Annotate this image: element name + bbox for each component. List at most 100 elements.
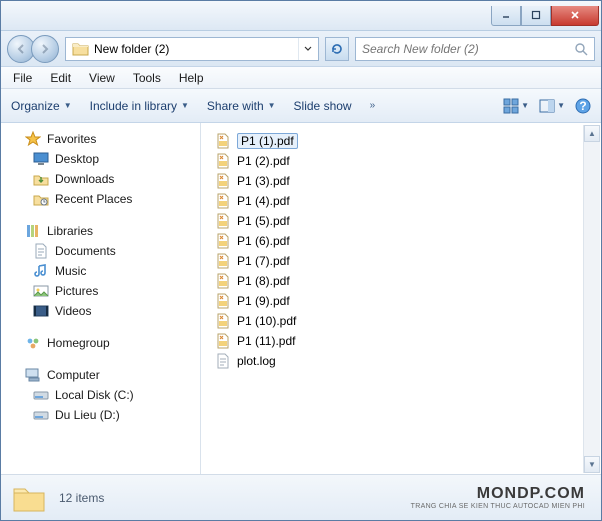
- documents-icon: [33, 243, 49, 259]
- watermark: MONDP.COM TRANG CHIA SE KIEN THUC AUTOCA…: [411, 485, 585, 510]
- chevron-down-icon: ▼: [268, 101, 276, 110]
- address-bar[interactable]: New folder (2): [65, 37, 319, 61]
- address-text: New folder (2): [94, 42, 298, 56]
- file-item[interactable]: P1 (4).pdf: [213, 191, 589, 211]
- file-item[interactable]: P1 (1).pdf: [213, 131, 589, 151]
- refresh-button[interactable]: [325, 37, 349, 61]
- disk-icon: [33, 387, 49, 403]
- search-icon: [574, 42, 588, 56]
- minimize-button[interactable]: [491, 6, 521, 26]
- search-box[interactable]: [355, 37, 595, 61]
- vertical-scrollbar[interactable]: ▲ ▼: [583, 125, 600, 473]
- computer-icon: [25, 367, 41, 383]
- chevron-down-icon: ▼: [64, 101, 72, 110]
- file-name: P1 (2).pdf: [237, 154, 290, 168]
- pictures-icon: [33, 283, 49, 299]
- sidebar-item-desktop[interactable]: Desktop: [5, 149, 200, 169]
- share-with-button[interactable]: Share with▼: [207, 99, 276, 113]
- toolbar: Organize▼ Include in library▼ Share with…: [1, 89, 601, 123]
- star-icon: [25, 131, 41, 147]
- scroll-down-button[interactable]: ▼: [584, 456, 600, 473]
- desktop-icon: [33, 151, 49, 167]
- sidebar-item-recent[interactable]: Recent Places: [5, 189, 200, 209]
- menu-tools[interactable]: Tools: [125, 69, 169, 87]
- sidebar-item-downloads[interactable]: Downloads: [5, 169, 200, 189]
- file-name: P1 (7).pdf: [237, 254, 290, 268]
- sidebar-item-disk-d[interactable]: Du Lieu (D:): [5, 405, 200, 425]
- menu-edit[interactable]: Edit: [42, 69, 79, 87]
- recent-icon: [33, 191, 49, 207]
- include-in-library-button[interactable]: Include in library▼: [90, 99, 189, 113]
- address-row: New folder (2): [1, 31, 601, 67]
- address-dropdown[interactable]: [298, 38, 316, 60]
- scroll-track[interactable]: [584, 142, 600, 456]
- file-name: P1 (11).pdf: [237, 334, 295, 348]
- view-options-button[interactable]: ▼: [503, 98, 529, 114]
- file-item[interactable]: P1 (8).pdf: [213, 271, 589, 291]
- toolbar-view-icons: ▼ ▼ ?: [503, 98, 591, 114]
- file-item[interactable]: P1 (5).pdf: [213, 211, 589, 231]
- sidebar-item-videos[interactable]: Videos: [5, 301, 200, 321]
- folder-icon: [11, 480, 47, 516]
- file-name: P1 (8).pdf: [237, 274, 290, 288]
- file-list[interactable]: P1 (1).pdf P1 (2).pdf P1 (3).pdf P1 (4).pdf…: [201, 123, 601, 474]
- homegroup-icon: [25, 335, 41, 351]
- explorer-body: Favorites Desktop Downloads Recent Place…: [1, 123, 601, 474]
- file-name: P1 (9).pdf: [237, 294, 290, 308]
- close-button[interactable]: [551, 6, 599, 26]
- file-name: P1 (5).pdf: [237, 214, 290, 228]
- chevron-down-icon: ▼: [181, 101, 189, 110]
- arrow-right-icon: [39, 43, 51, 55]
- file-name: P1 (10).pdf: [237, 314, 296, 328]
- menu-view[interactable]: View: [81, 69, 123, 87]
- slide-show-button[interactable]: Slide show: [294, 99, 352, 113]
- file-name: P1 (3).pdf: [237, 174, 290, 188]
- file-item[interactable]: plot.log: [213, 351, 589, 371]
- menu-bar: File Edit View Tools Help: [1, 67, 601, 89]
- file-name: P1 (4).pdf: [237, 194, 290, 208]
- file-item[interactable]: P1 (3).pdf: [213, 171, 589, 191]
- file-item[interactable]: P1 (6).pdf: [213, 231, 589, 251]
- music-icon: [33, 263, 49, 279]
- svg-text:?: ?: [579, 99, 586, 113]
- chevron-down-icon: [304, 45, 312, 53]
- chevron-down-icon: ▼: [521, 101, 529, 110]
- sidebar-item-music[interactable]: Music: [5, 261, 200, 281]
- file-item[interactable]: P1 (10).pdf: [213, 311, 589, 331]
- file-item[interactable]: P1 (11).pdf: [213, 331, 589, 351]
- arrow-left-icon: [15, 43, 27, 55]
- file-item[interactable]: P1 (9).pdf: [213, 291, 589, 311]
- sidebar-item-pictures[interactable]: Pictures: [5, 281, 200, 301]
- sidebar-homegroup[interactable]: Homegroup: [5, 333, 200, 353]
- sidebar-favorites[interactable]: Favorites: [5, 129, 200, 149]
- sidebar-libraries[interactable]: Libraries: [5, 221, 200, 241]
- nav-buttons: [7, 35, 59, 63]
- preview-pane-icon: [539, 98, 555, 114]
- sidebar-item-documents[interactable]: Documents: [5, 241, 200, 261]
- menu-help[interactable]: Help: [171, 69, 212, 87]
- overflow-icon[interactable]: »: [370, 100, 376, 111]
- menu-file[interactable]: File: [5, 69, 40, 87]
- thumbnails-icon: [503, 98, 519, 114]
- explorer-window: New folder (2) File Edit View Tools Help: [0, 0, 602, 521]
- refresh-icon: [330, 42, 344, 56]
- file-item[interactable]: P1 (2).pdf: [213, 151, 589, 171]
- file-name: plot.log: [237, 354, 276, 368]
- file-name: P1 (6).pdf: [237, 234, 290, 248]
- forward-button[interactable]: [31, 35, 59, 63]
- maximize-button[interactable]: [521, 6, 551, 26]
- folder-icon: [72, 40, 90, 58]
- preview-pane-button[interactable]: ▼: [539, 98, 565, 114]
- scroll-up-button[interactable]: ▲: [584, 125, 600, 142]
- chevron-down-icon: ▼: [557, 101, 565, 110]
- file-name: P1 (1).pdf: [237, 133, 298, 149]
- disk-icon: [33, 407, 49, 423]
- organize-button[interactable]: Organize▼: [11, 99, 72, 113]
- help-icon[interactable]: ?: [575, 98, 591, 114]
- navigation-pane: Favorites Desktop Downloads Recent Place…: [1, 123, 201, 474]
- title-bar: [1, 1, 601, 31]
- search-input[interactable]: [362, 42, 574, 56]
- sidebar-computer[interactable]: Computer: [5, 365, 200, 385]
- sidebar-item-disk-c[interactable]: Local Disk (C:): [5, 385, 200, 405]
- file-item[interactable]: P1 (7).pdf: [213, 251, 589, 271]
